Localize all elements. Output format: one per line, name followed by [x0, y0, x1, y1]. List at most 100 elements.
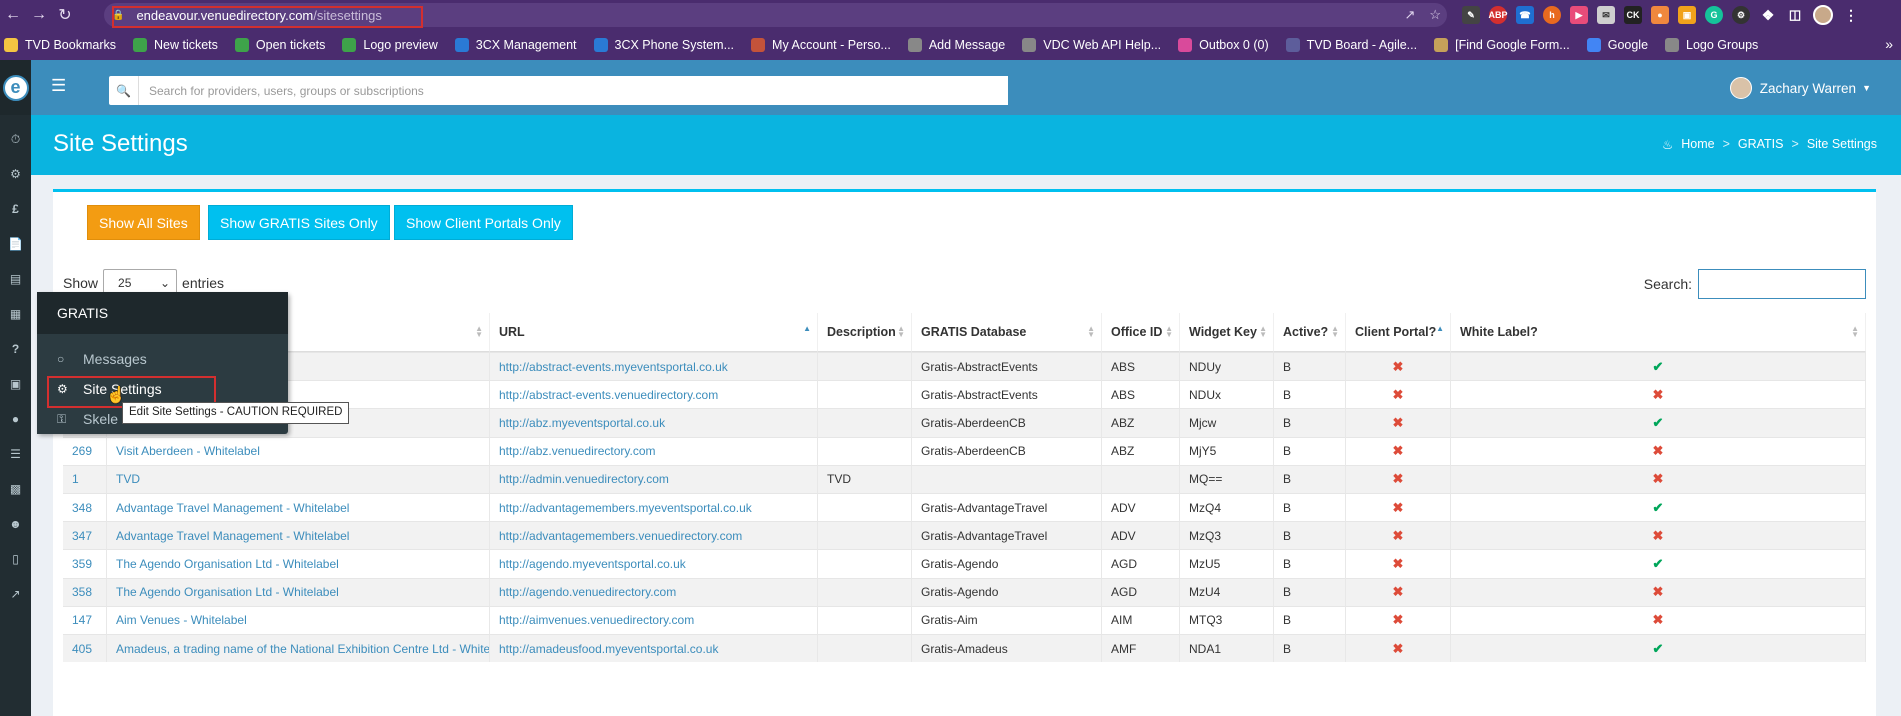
bookmark-item[interactable]: 3CX Management: [454, 38, 577, 52]
star-icon[interactable]: ☆: [1429, 7, 1441, 23]
column-header[interactable]: Client Portal? ▲: [1346, 313, 1451, 352]
bookmark-item[interactable]: Outbox 0 (0): [1178, 38, 1269, 52]
cell-name[interactable]: Aim Venues - Whitelabel: [107, 605, 490, 634]
bookmark-item[interactable]: My Account - Perso...: [751, 38, 891, 52]
share-icon[interactable]: ↗: [1404, 7, 1415, 23]
puzzle-extensions-icon[interactable]: ❖: [1759, 6, 1777, 24]
cell-name[interactable]: Advantage Travel Management - Whitelabel: [107, 521, 490, 550]
breadcrumb-gratis[interactable]: GRATIS: [1738, 137, 1784, 152]
bookmark-item[interactable]: TVD Bookmarks: [4, 38, 116, 52]
browser-profile-avatar[interactable]: [1813, 5, 1833, 25]
table-row[interactable]: 147 Aim Venues - Whitelabel http://aimvenu…: [63, 605, 1866, 634]
cell-name[interactable]: The Agendo Organisation Ltd - Whitelabel: [107, 577, 490, 606]
menu-item-messages[interactable]: ○ Messages: [37, 344, 288, 374]
cell-url[interactable]: http://abstract-events.venuedirectory.co…: [490, 380, 818, 409]
table-row[interactable]: http://abstract-events.myeventsportal.co…: [63, 352, 1866, 381]
grammarly-extension-icon[interactable]: G: [1705, 6, 1723, 24]
cell-id[interactable]: 1: [63, 464, 107, 493]
cell-name[interactable]: Visit Aberdeen - Whitelabel: [107, 436, 490, 465]
hamburger-menu-icon[interactable]: ☰: [51, 76, 66, 96]
bookmark-item[interactable]: TVD Board - Agile...: [1285, 38, 1417, 52]
cell-url[interactable]: http://aimvenues.venuedirectory.com: [490, 605, 818, 634]
pound-icon[interactable]: £: [0, 197, 31, 221]
database-icon[interactable]: ☰: [0, 442, 31, 466]
column-header[interactable]: Widget Key ▲ ▼: [1180, 313, 1274, 352]
cell-url[interactable]: http://agendo.venuedirectory.com: [490, 577, 818, 606]
bookmark-item[interactable]: 3CX Phone System...: [593, 38, 734, 52]
money-icon[interactable]: ▩: [0, 477, 31, 501]
table-search-input[interactable]: [1698, 269, 1866, 299]
user-menu[interactable]: Zachary Warren ▼: [1729, 77, 1871, 99]
document-icon[interactable]: 📄: [0, 232, 31, 256]
column-header[interactable]: Active? ▲ ▼: [1274, 313, 1346, 352]
show-gratis-sites-button[interactable]: Show GRATIS Sites Only: [208, 205, 390, 240]
adblock-extension-icon[interactable]: ABP: [1489, 6, 1508, 24]
cell-id[interactable]: 347: [63, 521, 107, 550]
cell-id[interactable]: 269: [63, 436, 107, 465]
back-icon[interactable]: ←: [0, 2, 26, 28]
cell-url[interactable]: http://abz.myeventsportal.co.uk: [490, 408, 818, 437]
cell-url[interactable]: http://advantagemembers.venuedirectory.c…: [490, 521, 818, 550]
phone-extension-icon[interactable]: ☎: [1516, 6, 1534, 24]
cell-id[interactable]: 359: [63, 549, 107, 578]
cell-url[interactable]: http://abz.venuedirectory.com: [490, 436, 818, 465]
cell-id[interactable]: 405: [63, 634, 107, 663]
bookmark-item[interactable]: VDC Web API Help...: [1022, 38, 1161, 52]
video-extension-icon[interactable]: ▶: [1570, 6, 1588, 24]
reload-icon[interactable]: ↻: [52, 2, 78, 28]
more-bookmarks-icon[interactable]: »: [1885, 36, 1893, 52]
bookmark-item[interactable]: [Find Google Form...: [1434, 38, 1570, 52]
table-row[interactable]: 269 Visit Aberdeen - Whitelabel http://abz…: [63, 436, 1866, 465]
wallet-extension-icon[interactable]: ▣: [1678, 6, 1696, 24]
table-row[interactable]: 347 Advantage Travel Management - Whitela…: [63, 521, 1866, 550]
cell-name[interactable]: TVD: [107, 464, 490, 493]
column-header[interactable]: Description ▲ ▼: [818, 313, 912, 352]
bookmark-item[interactable]: Open tickets: [234, 38, 325, 52]
fox-extension-icon[interactable]: ●: [1651, 6, 1669, 24]
list-icon[interactable]: ▤: [0, 267, 31, 291]
show-all-sites-button[interactable]: Show All Sites: [87, 205, 200, 240]
building-icon[interactable]: ▯: [0, 547, 31, 571]
table-row[interactable]: 405 Amadeus, a trading name of the Nation…: [63, 634, 1866, 663]
bookmark-item[interactable]: Logo preview: [342, 38, 438, 52]
ck-extension-icon[interactable]: CK: [1624, 6, 1642, 24]
table-row[interactable]: 359 The Agendo Organisation Ltd - Whitela…: [63, 549, 1866, 578]
mail-extension-icon[interactable]: ✉: [1597, 6, 1615, 24]
external-link-icon[interactable]: ↗: [0, 582, 31, 606]
sidepanel-icon[interactable]: ◫: [1786, 6, 1804, 24]
search-icon[interactable]: 🔍: [109, 76, 139, 105]
cell-name[interactable]: The Agendo Organisation Ltd - Whitelabel: [107, 549, 490, 578]
bookmark-item[interactable]: Add Message: [907, 38, 1005, 52]
column-header[interactable]: White Label? ▲ ▼: [1451, 313, 1866, 352]
cell-url[interactable]: http://abstract-events.myeventsportal.co…: [490, 352, 818, 381]
cell-url[interactable]: http://advantagemembers.myeventsportal.c…: [490, 493, 818, 522]
table-row[interactable]: 358 The Agendo Organisation Ltd - Whitela…: [63, 577, 1866, 606]
menu-kebab-icon[interactable]: ⋮: [1842, 6, 1860, 24]
bookmark-item[interactable]: Google: [1586, 38, 1648, 52]
show-client-portals-button[interactable]: Show Client Portals Only: [394, 205, 573, 240]
eyedropper-extension-icon[interactable]: ✎: [1462, 6, 1480, 24]
bookmark-item[interactable]: New tickets: [133, 38, 218, 52]
table-row[interactable]: 348 Advantage Travel Management - Whitela…: [63, 493, 1866, 522]
cell-url[interactable]: http://agendo.myeventsportal.co.uk: [490, 549, 818, 578]
cell-id[interactable]: 147: [63, 605, 107, 634]
cell-id[interactable]: 348: [63, 493, 107, 522]
table-row[interactable]: 1 TVD http://admin.venuedirectory.com TVD MQ…: [63, 464, 1866, 493]
cogs-icon[interactable]: ⚙: [0, 162, 31, 186]
cell-url[interactable]: http://admin.venuedirectory.com: [490, 464, 818, 493]
cell-id[interactable]: 358: [63, 577, 107, 606]
grid-icon[interactable]: ▦: [0, 302, 31, 326]
app-logo[interactable]: e: [0, 60, 31, 115]
help-icon[interactable]: ?: [0, 337, 31, 361]
map-marker-icon[interactable]: ●: [0, 407, 31, 431]
column-header[interactable]: Office ID ▲ ▼: [1102, 313, 1180, 352]
column-header[interactable]: URL ▲: [490, 313, 818, 352]
cell-name[interactable]: Advantage Travel Management - Whitelabel: [107, 493, 490, 522]
user-icon[interactable]: ☻: [0, 512, 31, 536]
column-header[interactable]: GRATIS Database ▲ ▼: [912, 313, 1102, 352]
global-search-input[interactable]: [139, 76, 1008, 105]
bookmark-item[interactable]: Logo Groups: [1665, 38, 1758, 52]
dashboard-icon[interactable]: ⏱: [0, 127, 31, 151]
cell-name[interactable]: Amadeus, a trading name of the National …: [107, 634, 490, 663]
forward-icon[interactable]: →: [26, 2, 52, 28]
